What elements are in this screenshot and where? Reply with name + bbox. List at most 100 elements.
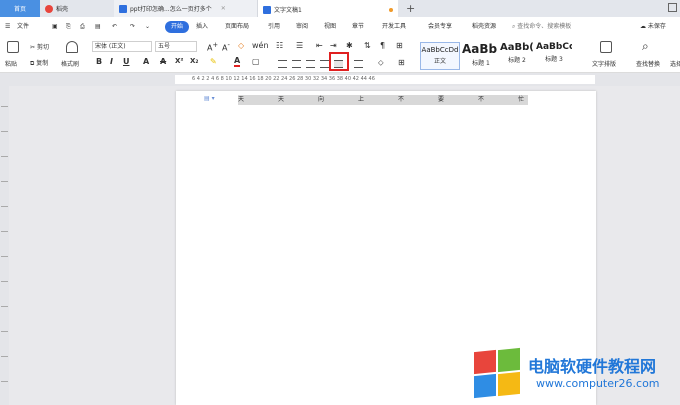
print-icon[interactable]: ⎙ xyxy=(80,21,85,33)
copy-label: 复制 xyxy=(36,60,49,67)
select-label[interactable]: 选择 xyxy=(670,59,680,68)
tab-draft[interactable]: 稻壳 xyxy=(40,0,114,17)
format-painter-label[interactable]: 格式刷 xyxy=(61,59,79,68)
format-painter-icon[interactable] xyxy=(66,41,78,53)
shrink-font-icon[interactable]: A- xyxy=(222,41,230,53)
menu-page-layout[interactable]: 页面布局 xyxy=(225,21,249,33)
text-layout-label[interactable]: 文字排版 xyxy=(592,59,616,68)
doc-char: 要 xyxy=(438,96,445,103)
paste-icon[interactable] xyxy=(7,41,19,53)
menu-developer-tools[interactable]: 开发工具 xyxy=(382,21,406,33)
font-effect-icon[interactable]: A xyxy=(143,57,149,66)
undo-icon[interactable]: ↶ xyxy=(112,21,117,33)
tab-bar: 首页 稻壳 ppt打印怎确...怎么一页打多个 ✕ 文字文稿1 + xyxy=(0,0,680,17)
collaboration-status[interactable]: ☁ 未保存 xyxy=(640,21,666,33)
strikethrough-icon[interactable]: A xyxy=(160,57,166,66)
customize-toolbar-icon[interactable]: ⌄ xyxy=(145,21,150,33)
copy-button[interactable]: ⧉ 复制 xyxy=(30,58,48,68)
cut-button[interactable]: ✂ 剪切 xyxy=(30,42,49,51)
redo-icon[interactable]: ↷ xyxy=(130,21,135,33)
menu-docer-resources[interactable]: 稻壳资源 xyxy=(472,21,496,33)
font-color-icon[interactable]: A xyxy=(234,57,241,67)
text-layout-icon[interactable] xyxy=(600,41,612,53)
export-pdf-icon[interactable]: ⎘ xyxy=(66,21,71,33)
shading-icon[interactable]: ⬦ xyxy=(378,58,384,68)
char-border-icon[interactable]: ▢ xyxy=(252,57,260,66)
ruler-tick xyxy=(1,181,8,182)
search-placeholder: 查找命令、搜索模板 xyxy=(517,23,572,30)
tab-current-document[interactable]: 文字文稿1 xyxy=(258,0,398,17)
menu-view[interactable]: 视图 xyxy=(324,21,336,33)
menu-chapter[interactable]: 章节 xyxy=(352,21,364,33)
tab-home[interactable]: 首页 xyxy=(0,0,40,17)
grow-font-icon[interactable]: A+ xyxy=(207,41,218,53)
sort-icon[interactable]: ⇅ xyxy=(364,41,371,50)
italic-icon[interactable]: I xyxy=(110,57,113,66)
style-heading-3[interactable]: AaBbCc 标题 3 xyxy=(536,42,572,70)
collab-label: 未保存 xyxy=(647,23,666,30)
highlight-color-icon[interactable]: ✎ xyxy=(210,57,217,66)
ruler-tick xyxy=(1,256,8,257)
hamburger-icon[interactable]: ☰ xyxy=(5,21,10,33)
align-center-icon[interactable] xyxy=(292,60,301,68)
superscript-icon[interactable]: X² xyxy=(175,57,183,65)
ruler-tick xyxy=(1,306,8,307)
subscript-icon[interactable]: X₂ xyxy=(190,57,198,65)
command-search[interactable]: ⌕ 查找命令、搜索模板 xyxy=(512,21,592,33)
find-replace-icon[interactable]: ⌕ xyxy=(642,39,649,54)
borders-icon[interactable]: ⊞ xyxy=(396,41,403,50)
increase-indent-icon[interactable]: ⇥ xyxy=(330,41,337,50)
paste-label[interactable]: 粘贴 xyxy=(5,59,17,68)
doc-char: 向 xyxy=(318,96,325,103)
decrease-indent-icon[interactable]: ⇤ xyxy=(316,41,323,50)
justify-icon[interactable] xyxy=(320,60,329,68)
chinese-layout-icon[interactable]: ✱ xyxy=(346,41,353,50)
border-box-icon[interactable]: ⊞ xyxy=(398,58,405,67)
menu-member[interactable]: 会员专享 xyxy=(428,21,452,33)
print-preview-icon[interactable]: ▤ xyxy=(95,21,101,33)
tab-ppt-document[interactable]: ppt打印怎确...怎么一页打多个 ✕ xyxy=(114,0,258,17)
find-replace-label[interactable]: 查找替换 xyxy=(636,59,660,68)
show-marks-icon[interactable]: ¶ xyxy=(380,41,385,50)
doc-char: 忙 xyxy=(518,96,525,103)
line-spacing-icon[interactable] xyxy=(354,60,363,68)
style-heading-1[interactable]: AaBb 标题 1 xyxy=(462,42,500,70)
close-icon[interactable]: ✕ xyxy=(221,5,226,12)
document-icon xyxy=(263,5,271,14)
numbered-list-icon[interactable]: ☰ xyxy=(296,41,303,50)
doc-char: 天 xyxy=(238,96,245,103)
font-size-select[interactable]: 五号 xyxy=(155,41,197,52)
font-size-value: 五号 xyxy=(158,43,171,50)
style-normal-sample: AaBbCcDd xyxy=(421,46,459,54)
logo-green-square xyxy=(498,347,520,373)
style-normal[interactable]: AaBbCcDd 正文 xyxy=(420,42,460,70)
font-name-value: 宋体 (正文) xyxy=(95,43,126,50)
style-heading-2[interactable]: AaBb( 标题 2 xyxy=(500,42,534,70)
save-icon[interactable]: ▣ xyxy=(52,21,58,33)
clear-format-icon[interactable]: ◇ xyxy=(238,41,244,50)
logo-blue-square xyxy=(474,373,496,399)
menu-references[interactable]: 引用 xyxy=(268,21,280,33)
window-restore-icon[interactable] xyxy=(668,3,677,12)
doc-char: 天 xyxy=(278,96,285,103)
menu-start[interactable]: 开始 xyxy=(165,21,190,33)
menu-insert[interactable]: 插入 xyxy=(196,21,208,33)
align-left-icon[interactable] xyxy=(278,60,287,68)
align-right-icon[interactable] xyxy=(306,60,315,68)
ruler-tick xyxy=(1,206,8,207)
pinyin-icon[interactable]: wén xyxy=(252,41,269,50)
font-name-select[interactable]: 宋体 (正文) xyxy=(92,41,152,52)
paragraph-handle-icon[interactable]: ▤ ▾ xyxy=(204,95,215,102)
new-tab-plus-icon[interactable]: + xyxy=(406,2,415,15)
bold-icon[interactable]: B xyxy=(96,57,102,66)
underline-icon[interactable]: U xyxy=(123,57,130,66)
selected-text-line[interactable]: 天 天 向 上 不 要 不 忙 xyxy=(238,95,528,105)
menu-file[interactable]: 文件 xyxy=(17,21,29,33)
ruler-tick xyxy=(1,281,8,282)
cut-label: 剪切 xyxy=(36,44,49,51)
site-watermark-logo: 电脑软硬件教程网 www.computer26.com xyxy=(470,345,670,405)
bullet-list-icon[interactable]: ☷ xyxy=(276,41,283,50)
ruler-tick xyxy=(1,156,8,157)
doc-char: 上 xyxy=(358,96,365,103)
menu-review[interactable]: 审阅 xyxy=(296,21,308,33)
